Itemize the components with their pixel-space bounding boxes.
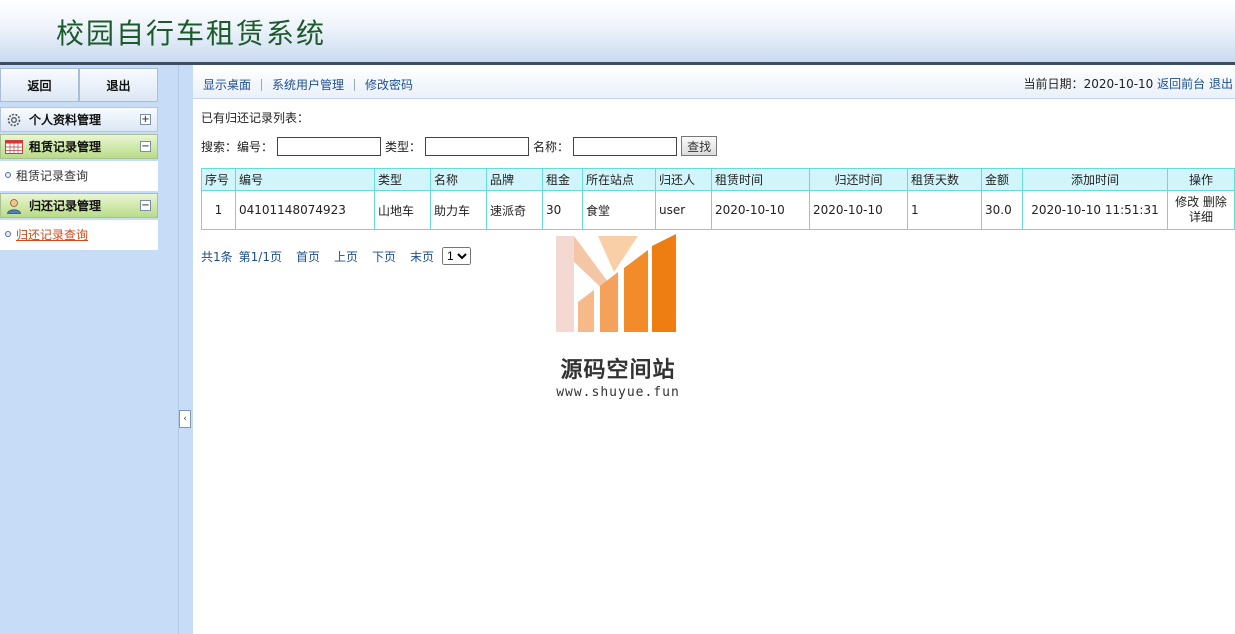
search-prefix: 搜索： [201,139,238,154]
cell-type: 山地车 [374,190,431,230]
cell-added-time: 2020-10-10 11:51:31 [1022,190,1168,230]
column-header: 序号 [201,168,236,191]
sidebar: 返回 退出 个人资料管理 + 租赁记录管理 − 租赁记录查询 归还记录管理 − … [0,65,178,634]
delete-link[interactable]: 删除 [1203,195,1227,209]
nav-separator [261,78,263,91]
table-row: 1 04101148074923 山地车 助力车 速派奇 30 食堂 user … [201,190,1235,230]
menu-group-label: 个人资料管理 [29,113,102,127]
watermark-url: www.shuyue.fun [556,385,680,400]
menu-group-rental[interactable]: 租赁记录管理 − [0,134,158,159]
bullet-icon [5,231,11,237]
nav-separator [354,78,356,91]
column-header: 编号 [235,168,375,191]
menu-group-return[interactable]: 归还记录管理 − [0,193,158,218]
search-button[interactable]: 查找 [681,136,718,156]
pager-next[interactable]: 下页 [372,248,396,265]
main-content: 显示桌面 系统用户管理 修改密码 当前日期：2020-10-10 返回前台 退出… [193,65,1235,634]
sidebar-item-rental-query[interactable]: 租赁记录查询 [0,161,158,189]
menu-rental-items: 租赁记录查询 [0,161,158,191]
code-input[interactable] [277,136,382,156]
sidebar-top-buttons: 返回 退出 [0,68,158,102]
top-nav-right: 当前日期：2020-10-10 返回前台 退出 [1024,75,1233,92]
cell-amount: 30.0 [981,190,1023,230]
column-header: 租赁时间 [711,168,810,191]
sidebar-item-label: 租赁记录查询 [16,168,89,183]
pagination: 共1条 第1/1页 首页 上页 下页 末页 1 [201,247,472,265]
menu-return-items: 归还记录查询 [0,220,158,250]
cell-index: 1 [201,190,236,230]
cell-returner: user [655,190,712,230]
search-bar: 搜索： 编号： 类型： 名称： 查找 [201,136,718,156]
current-date-label: 当前日期： [1023,77,1084,91]
column-header: 租金 [542,168,583,191]
column-header: 所在站点 [582,168,656,191]
name-input[interactable] [573,136,678,156]
logout-button[interactable]: 退出 [79,68,158,102]
cell-name: 助力车 [430,190,487,230]
cell-operations: 修改 删除 详细 [1167,190,1235,230]
gear-icon [5,112,23,128]
logout-link[interactable]: 退出 [1209,77,1233,91]
back-button[interactable]: 返回 [0,68,79,102]
sidebar-item-return-query[interactable]: 归还记录查询 [0,220,158,248]
code-label: 编号： [237,139,274,154]
column-header: 操作 [1167,168,1235,191]
cell-return-time: 2020-10-10 [809,190,908,230]
menu-group-profile[interactable]: 个人资料管理 + [0,107,158,132]
pager-last[interactable]: 末页 [410,248,434,265]
menu-group-label: 归还记录管理 [29,199,102,213]
sidebar-splitter[interactable] [178,65,193,634]
bullet-icon [5,172,11,178]
pager-page: 第1/1页 [238,249,282,264]
type-label: 类型： [385,139,422,154]
return-records-table: 序号 编号 类型 名称 品牌 租金 所在站点 归还人 租赁时间 归还时间 租赁天… [201,168,1235,230]
collapse-sidebar-icon[interactable]: ‹ [179,410,191,428]
app-header: 校园自行车租赁系统 [0,0,1235,62]
current-date-value: 2020-10-10 [1083,77,1154,91]
user-icon [5,198,23,214]
nav-user-management[interactable]: 系统用户管理 [272,76,344,93]
cell-days: 1 [907,190,982,230]
cell-code: 04101148074923 [235,190,375,230]
pager-first[interactable]: 首页 [296,248,320,265]
pager-prev[interactable]: 上页 [334,248,358,265]
app-title: 校园自行车租赁系统 [56,17,327,50]
column-header: 名称 [430,168,487,191]
menu-group-label: 租赁记录管理 [29,140,102,154]
column-header: 类型 [374,168,431,191]
top-nav: 显示桌面 系统用户管理 修改密码 当前日期：2020-10-10 返回前台 退出 [193,65,1235,99]
cell-rent: 30 [542,190,583,230]
nav-change-password[interactable]: 修改密码 [365,76,413,93]
sidebar-item-label: 归还记录查询 [16,227,89,242]
collapse-icon[interactable]: − [140,141,151,152]
cell-brand: 速派奇 [486,190,543,230]
name-label: 名称： [533,139,570,154]
collapse-icon[interactable]: − [140,200,151,211]
column-header: 金额 [981,168,1023,191]
column-header: 租赁天数 [907,168,982,191]
back-to-front-link[interactable]: 返回前台 [1157,77,1205,91]
type-input[interactable] [425,136,530,156]
expand-icon[interactable]: + [140,114,151,125]
table-header-row: 序号 编号 类型 名称 品牌 租金 所在站点 归还人 租赁时间 归还时间 租赁天… [201,168,1235,191]
top-nav-links: 显示桌面 系统用户管理 修改密码 [203,76,413,93]
cell-rent-time: 2020-10-10 [711,190,810,230]
column-header: 归还人 [655,168,712,191]
watermark-name: 源码空间站 [560,358,676,383]
calendar-icon [5,139,23,155]
pager-total: 共1条 [201,249,233,264]
cell-station: 食堂 [582,190,656,230]
list-title: 已有归还记录列表： [201,111,310,125]
watermark-logo [548,232,688,339]
column-header: 品牌 [486,168,543,191]
nav-show-desktop[interactable]: 显示桌面 [203,76,251,93]
column-header: 添加时间 [1022,168,1168,191]
detail-link[interactable]: 详细 [1189,210,1213,224]
edit-link[interactable]: 修改 [1175,195,1199,209]
page-select[interactable]: 1 [442,247,472,265]
column-header: 归还时间 [809,168,908,191]
